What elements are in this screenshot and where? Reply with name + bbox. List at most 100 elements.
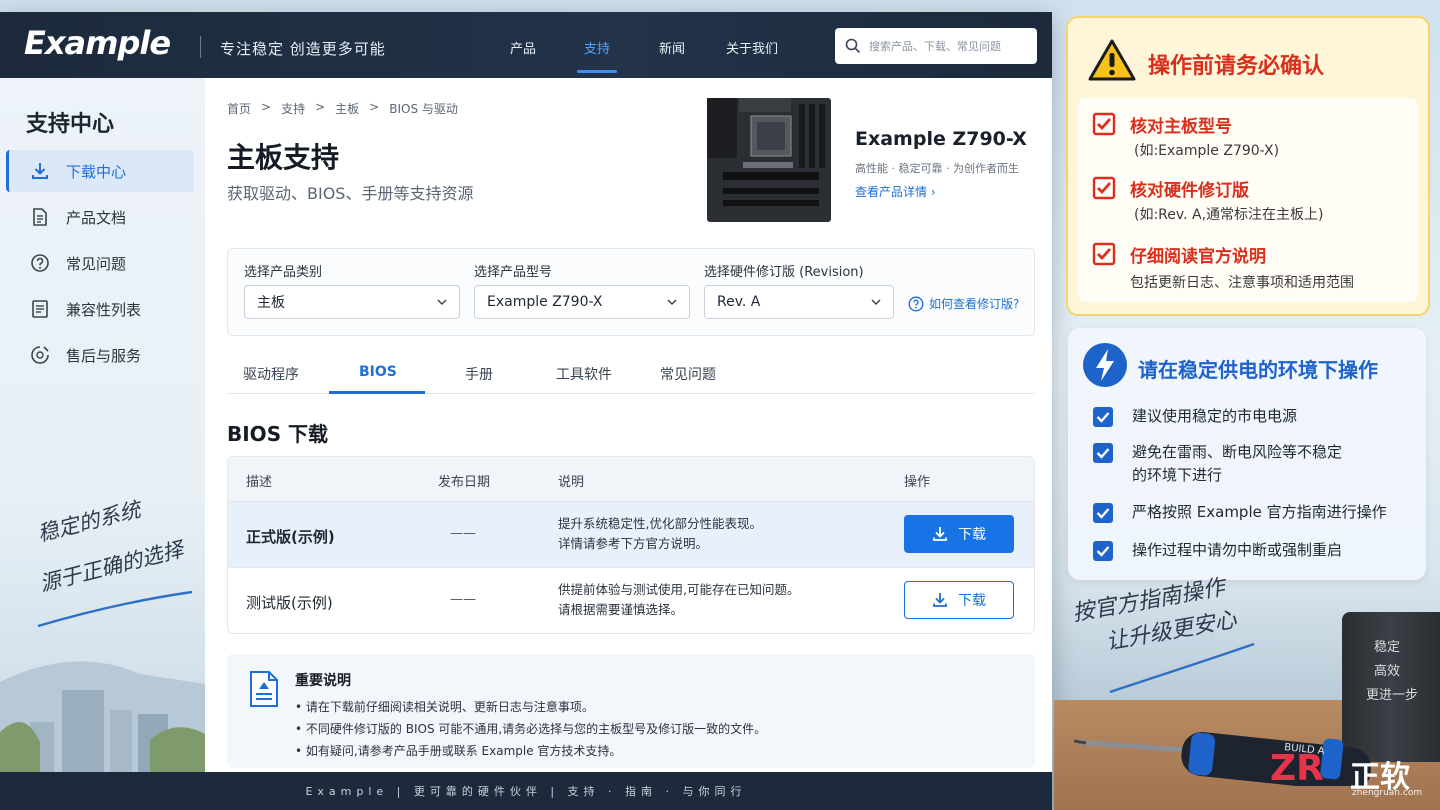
chevron-down-icon bbox=[667, 299, 677, 306]
chevron-down-icon bbox=[871, 299, 881, 306]
product-tagline: 高性能 · 稳定可靠 · 为创作者而生 bbox=[855, 162, 1019, 175]
section-title: BIOS 下载 bbox=[227, 422, 329, 446]
motherboard-image bbox=[707, 98, 831, 222]
service-icon bbox=[31, 346, 49, 364]
site-logo[interactable]: Example bbox=[24, 24, 171, 62]
sidebar-item-label: 兼容性列表 bbox=[66, 300, 142, 319]
checkbox-checked-icon bbox=[1092, 112, 1116, 136]
row-note: 提升系统稳定性,优化部分性能表现。 详情请参考下方官方说明。 bbox=[558, 514, 762, 554]
breadcrumb-support[interactable]: 支持 bbox=[281, 100, 305, 117]
power-safety-card: 请在稳定供电的环境下操作 建议使用稳定的市电电源 避免在雷雨、断电风险等不稳定 … bbox=[1068, 328, 1426, 580]
main-content: 首页 > 支持 > 主板 > BIOS 与驱动 主板支持 获取驱动、BIOS、手… bbox=[205, 78, 1052, 772]
revision-value: Rev. A bbox=[717, 294, 761, 310]
tab-tools[interactable]: 工具软件 bbox=[556, 364, 612, 384]
nav-about[interactable]: 关于我们 bbox=[726, 38, 778, 57]
breadcrumb-separator: > bbox=[369, 100, 380, 114]
search-box[interactable] bbox=[835, 28, 1037, 64]
browser-window: Example 专注稳定 创造更多可能 产品 支持 新闻 关于我们 支持中心 下… bbox=[0, 12, 1052, 810]
page-subtitle: 获取驱动、BIOS、手册等支持资源 bbox=[227, 184, 474, 203]
download-stable-button[interactable]: 下载 bbox=[904, 515, 1014, 553]
checkbox-checked-icon bbox=[1093, 443, 1113, 463]
row-date: —— bbox=[450, 526, 476, 541]
warning-item-note: 包括更新日志、注意事项和适用范围 bbox=[1130, 275, 1354, 291]
site-slogan: 专注稳定 创造更多可能 bbox=[220, 40, 386, 58]
city-skyline-illustration bbox=[0, 661, 205, 772]
notice-item: 请在下载前仔细阅读相关说明、更新日志与注意事项。 bbox=[295, 696, 766, 718]
category-value: 主板 bbox=[257, 295, 285, 311]
notice-title: 重要说明 bbox=[295, 673, 351, 689]
row-note-line: 提升系统稳定性,优化部分性能表现。 bbox=[558, 516, 762, 531]
download-icon bbox=[32, 163, 48, 179]
power-item: 严格按照 Example 官方指南进行操作 bbox=[1132, 503, 1387, 521]
sidebar-item-faq[interactable]: 常见问题 bbox=[6, 242, 194, 284]
revision-help-text: 如何查看修订版? bbox=[929, 297, 1020, 311]
nav-support[interactable]: 支持 bbox=[584, 38, 610, 57]
site-footer: Example | 更可靠的硬件伙伴 | 支持 · 指南 · 与你同行 bbox=[0, 772, 1052, 810]
warning-item-title: 核对主板型号 bbox=[1130, 117, 1232, 137]
sidebar: 支持中心 下载中心 产品文档 常见问题 兼容性列表 售后与服务 稳定的系统 源于… bbox=[0, 78, 205, 772]
notice-item: 如有疑问,请参考产品手册或联系 Example 官方技术支持。 bbox=[295, 740, 766, 762]
bios-download-table: 描述 发布日期 说明 操作 正式版(示例) —— 提升系统稳定性,优化部分性能表… bbox=[227, 456, 1035, 634]
checkbox-checked-icon bbox=[1093, 503, 1113, 523]
tab-drivers[interactable]: 驱动程序 bbox=[243, 364, 299, 384]
warning-card: 操作前请务必确认 核对主板型号 (如:Example Z790-X) 核对硬件修… bbox=[1066, 16, 1430, 316]
table-header: 描述 发布日期 说明 操作 bbox=[228, 457, 1034, 501]
notice-list: 请在下载前仔细阅读相关说明、更新日志与注意事项。 不同硬件修订版的 BIOS 可… bbox=[295, 696, 766, 762]
tab-active-indicator bbox=[329, 391, 425, 394]
product-name: Example Z790-X bbox=[855, 128, 1027, 150]
column-header-date: 发布日期 bbox=[438, 475, 491, 490]
help-circle-icon bbox=[908, 295, 924, 312]
nav-news[interactable]: 新闻 bbox=[659, 38, 685, 57]
row-desc: 测试版(示例) bbox=[246, 594, 333, 612]
mug-text: 稳定 bbox=[1374, 640, 1401, 655]
search-input[interactable] bbox=[869, 39, 1029, 53]
checkbox-checked-icon bbox=[1092, 176, 1116, 200]
revision-label: 选择硬件修订版 (Revision) bbox=[704, 265, 864, 280]
page-title: 主板支持 bbox=[227, 141, 340, 174]
screwdriver-illustration: BUILD A bbox=[1074, 731, 1371, 786]
tab-manuals[interactable]: 手册 bbox=[465, 364, 493, 384]
document-icon bbox=[33, 208, 47, 226]
power-item: 建议使用稳定的市电电源 bbox=[1132, 407, 1298, 425]
category-select[interactable]: 主板 bbox=[244, 285, 460, 319]
row-note: 供提前体验与测试使用,可能存在已知问题。 请根据需要谨慎选择。 bbox=[558, 580, 799, 620]
notice-document-icon bbox=[250, 671, 278, 707]
help-circle-icon bbox=[31, 254, 49, 272]
chevron-down-icon bbox=[437, 299, 447, 306]
revision-help-link[interactable]: 如何查看修订版? bbox=[908, 295, 1019, 312]
row-note-line: 请根据需要谨慎选择。 bbox=[558, 602, 684, 617]
model-label: 选择产品型号 bbox=[474, 265, 553, 280]
sidebar-item-docs[interactable]: 产品文档 bbox=[6, 196, 194, 238]
revision-select[interactable]: Rev. A bbox=[704, 285, 894, 319]
warning-triangle-icon bbox=[1088, 39, 1136, 81]
watermark-url: zhengruan.com bbox=[1352, 788, 1423, 798]
sidebar-item-label: 常见问题 bbox=[66, 254, 127, 273]
sidebar-item-compatibility[interactable]: 兼容性列表 bbox=[6, 288, 194, 330]
product-detail-link[interactable]: 查看产品详情 › bbox=[855, 183, 936, 200]
column-header-desc: 描述 bbox=[246, 475, 273, 490]
mug-text: 高效 bbox=[1374, 664, 1401, 679]
nav-active-indicator bbox=[577, 70, 617, 73]
nav-products[interactable]: 产品 bbox=[510, 38, 536, 57]
sidebar-item-downloads[interactable]: 下载中心 bbox=[6, 150, 194, 192]
product-selector-panel: 选择产品类别 主板 选择产品型号 Example Z790-X 选择硬件修订版 … bbox=[227, 248, 1035, 336]
model-select[interactable]: Example Z790-X bbox=[474, 285, 690, 319]
sidebar-item-service[interactable]: 售后与服务 bbox=[6, 334, 194, 376]
row-note-line: 供提前体验与测试使用,可能存在已知问题。 bbox=[558, 582, 800, 597]
row-date: —— bbox=[450, 592, 476, 607]
warning-item-title: 核对硬件修订版 bbox=[1130, 181, 1249, 201]
sidebar-item-label: 下载中心 bbox=[66, 162, 127, 181]
tab-bios[interactable]: BIOS bbox=[359, 364, 397, 380]
download-icon bbox=[933, 593, 947, 607]
checkbox-checked-icon bbox=[1093, 541, 1113, 561]
tab-faq[interactable]: 常见问题 bbox=[660, 364, 716, 384]
table-row: 测试版(示例) —— 供提前体验与测试使用,可能存在已知问题。 请根据需要谨慎选… bbox=[228, 567, 1034, 633]
mug-text: 更进一步 bbox=[1366, 688, 1419, 703]
breadcrumb-motherboard[interactable]: 主板 bbox=[335, 100, 359, 117]
download-icon bbox=[933, 527, 947, 541]
warning-checklist: 核对主板型号 (如:Example Z790-X) 核对硬件修订版 (如:Rev… bbox=[1078, 98, 1418, 302]
column-header-action: 操作 bbox=[904, 475, 931, 490]
download-beta-button[interactable]: 下载 bbox=[904, 581, 1014, 619]
breadcrumb-home[interactable]: 首页 bbox=[227, 100, 251, 117]
search-icon bbox=[845, 38, 861, 54]
